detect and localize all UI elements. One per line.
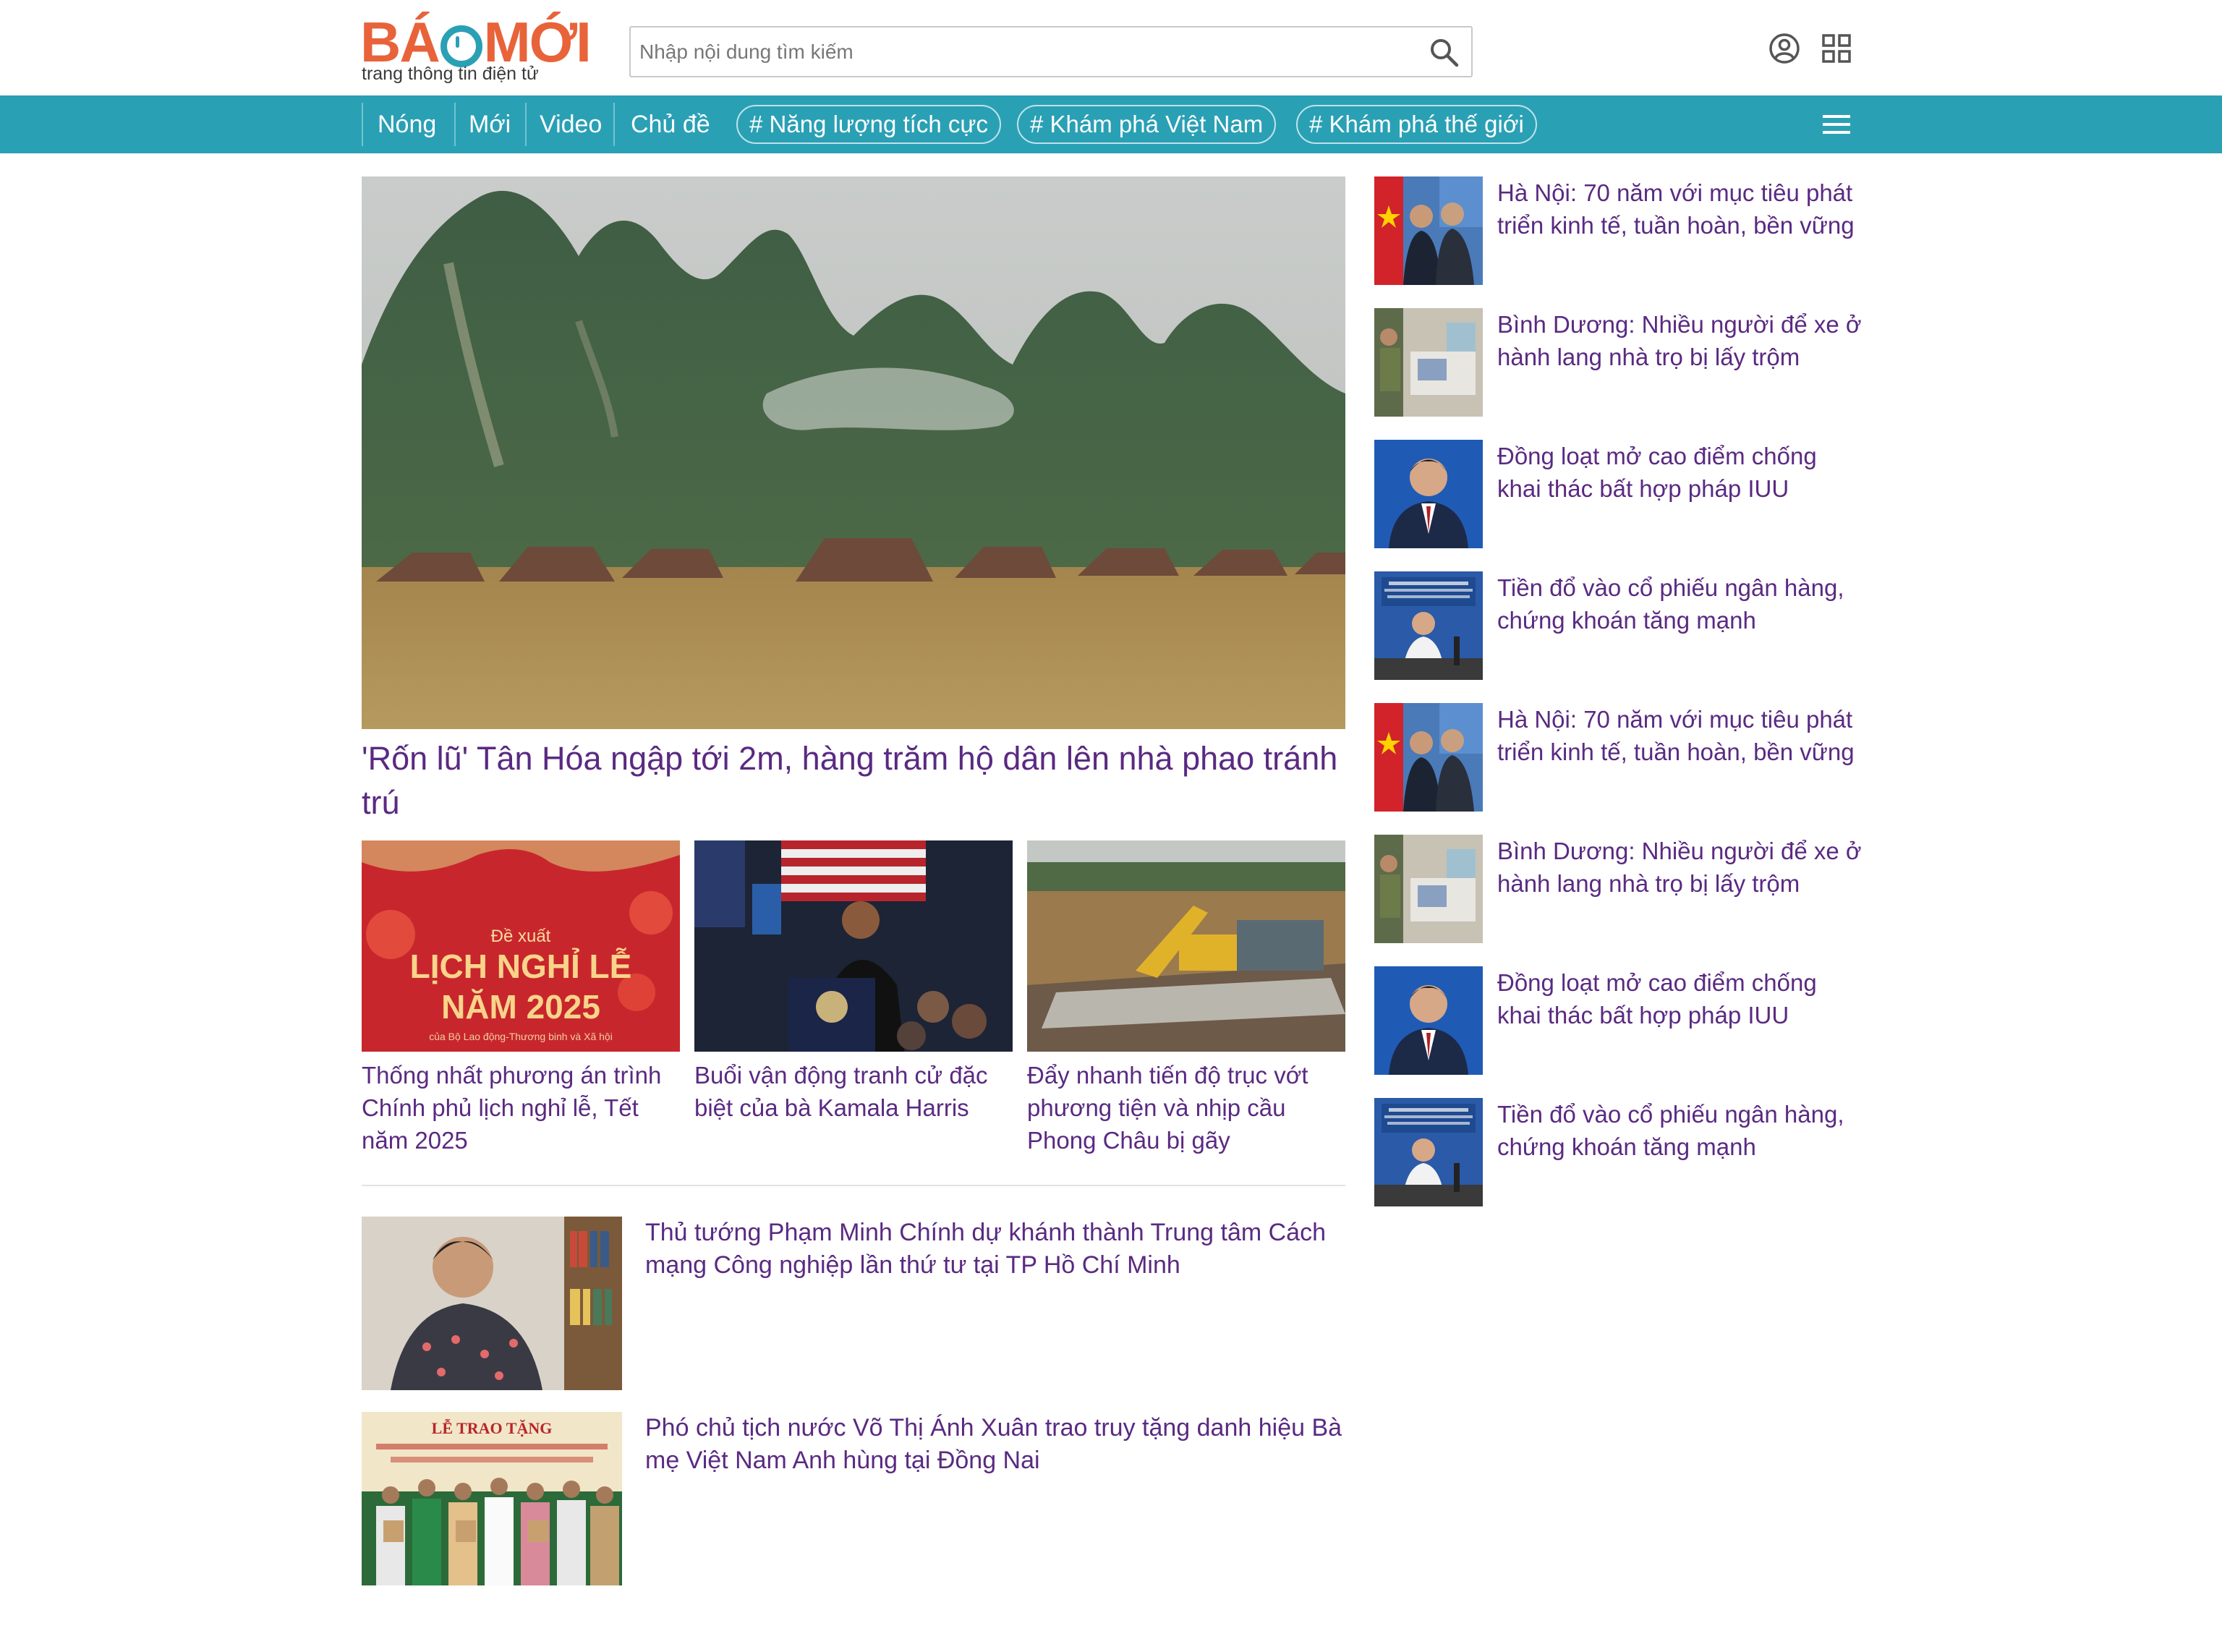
sub-article-card: Đẩy nhanh tiến độ trục vớt phương tiện v… <box>1027 840 1345 1157</box>
sidebar-article-title[interactable]: Bình Dương: Nhiều người để xe ở hành lan… <box>1497 308 1866 373</box>
lich-nghi-le-line1: Đề xuất <box>491 927 551 946</box>
sub-article-card: Đề xuất LỊCH NGHỈ LỄ NĂM 2025 của Bộ Lao… <box>362 840 680 1157</box>
search-input[interactable] <box>639 32 1399 72</box>
nav-item-moi[interactable]: Mới <box>469 95 511 153</box>
lich-nghi-le-line4: của Bộ Lao động-Thương binh và Xã hội <box>429 1031 613 1042</box>
content-divider <box>362 1185 1345 1186</box>
nav-item-chu-de[interactable]: Chủ đề <box>631 95 710 153</box>
menu-icon[interactable] <box>1821 110 1852 139</box>
sidebar-article-image[interactable] <box>1374 703 1483 812</box>
search-icon[interactable] <box>1428 36 1460 68</box>
main-nav: Nóng Mới Video Chủ đề # Năng lượng tích … <box>0 95 2222 153</box>
nav-divider <box>613 103 615 146</box>
sidebar-article-title[interactable]: Hà Nội: 70 năm với mục tiêu phát triển k… <box>1497 703 1866 768</box>
user-icon[interactable] <box>1768 32 1801 65</box>
sidebar-article-image[interactable] <box>1374 835 1483 943</box>
lich-nghi-le-line2: LỊCH NGHỈ LỄ <box>410 948 632 985</box>
sub-article-image[interactable] <box>694 840 1013 1052</box>
grid-icon[interactable] <box>1821 33 1852 64</box>
sub-article-title[interactable]: Đẩy nhanh tiến độ trục vớt phương tiện v… <box>1027 1059 1345 1157</box>
logo-clock-icon <box>440 25 482 67</box>
sidebar-article-title[interactable]: Đồng loạt mở cao điểm chống khai thác bấ… <box>1497 966 1866 1031</box>
nav-item-video[interactable]: Video <box>540 95 602 153</box>
sub-article-card: Buổi vận động tranh cử đặc biệt của bà K… <box>694 840 1013 1124</box>
sidebar-article-image[interactable] <box>1374 966 1483 1075</box>
sub-article-image[interactable]: Đề xuất LỊCH NGHỈ LỄ NĂM 2025 của Bộ Lao… <box>362 840 680 1052</box>
sidebar-article-image[interactable] <box>1374 308 1483 417</box>
sidebar-article-title[interactable]: Tiền đổ vào cổ phiếu ngân hàng, chứng kh… <box>1497 1098 1866 1163</box>
sub-article-image[interactable] <box>1027 840 1345 1052</box>
lich-nghi-le-line3: NĂM 2025 <box>441 988 600 1026</box>
hero-image[interactable] <box>362 176 1345 729</box>
sub-article-title[interactable]: Buổi vận động tranh cử đặc biệt của bà K… <box>694 1059 1013 1124</box>
hero-title[interactable]: 'Rốn lũ' Tân Hóa ngập tới 2m, hàng trăm … <box>362 736 1345 825</box>
sidebar-article-image[interactable] <box>1374 440 1483 548</box>
sidebar-article-image[interactable] <box>1374 176 1483 285</box>
nav-divider <box>525 103 527 146</box>
nav-tag-nang-luong[interactable]: # Năng lượng tích cực <box>736 105 1001 144</box>
list-article-title[interactable]: Thủ tướng Phạm Minh Chính dự khánh thành… <box>645 1217 1345 1282</box>
nav-item-nong[interactable]: Nóng <box>378 95 436 153</box>
search-bar <box>629 26 1473 77</box>
list-article-title[interactable]: Phó chủ tịch nước Võ Thị Ánh Xuân trao t… <box>645 1412 1345 1477</box>
site-header: BÁ MỚI trang thông tin điện tử <box>0 0 2222 95</box>
sidebar-article-image[interactable] <box>1374 571 1483 680</box>
list-article-image[interactable] <box>362 1217 622 1390</box>
sidebar-article-title[interactable]: Đồng loạt mở cao điểm chống khai thác bấ… <box>1497 440 1866 505</box>
nav-tag-kham-pha-the-gioi[interactable]: # Khám phá thế giới <box>1296 105 1537 144</box>
nav-tag-kham-pha-viet-nam[interactable]: # Khám phá Việt Nam <box>1017 105 1277 144</box>
sidebar-article-title[interactable]: Bình Dương: Nhiều người để xe ở hành lan… <box>1497 835 1866 900</box>
site-logo[interactable]: BÁ MỚI trang thông tin điện tử <box>360 7 592 88</box>
sub-article-title[interactable]: Thống nhất phương án trình Chính phủ lịc… <box>362 1059 680 1157</box>
nav-divider <box>362 103 363 146</box>
sidebar-article-image[interactable] <box>1374 1098 1483 1206</box>
logo-tagline: trang thông tin điện tử <box>362 64 539 84</box>
sidebar-article-title[interactable]: Hà Nội: 70 năm với mục tiêu phát triển k… <box>1497 176 1866 242</box>
nav-divider <box>454 103 456 146</box>
sidebar-article-title[interactable]: Tiền đổ vào cổ phiếu ngân hàng, chứng kh… <box>1497 571 1866 636</box>
list-article-image[interactable]: LỄ TRAO TẶNG <box>362 1412 622 1585</box>
award-banner-text: LỄ TRAO TẶNG <box>432 1419 553 1437</box>
